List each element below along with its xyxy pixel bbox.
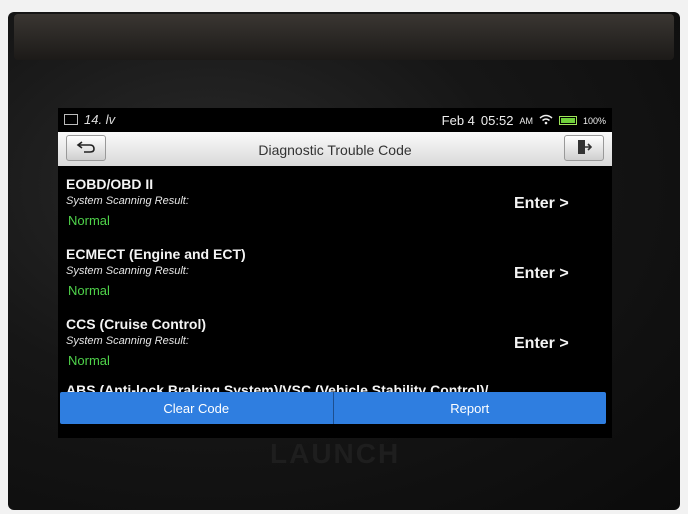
list-item: EOBD/OBD II System Scanning Result: Norm… — [58, 170, 612, 240]
status-left-text: 14. lv — [84, 112, 116, 127]
action-bar: Clear Code Report — [60, 392, 606, 424]
system-name: ECMECT (Engine and ECT) — [66, 246, 246, 262]
report-button[interactable]: Report — [334, 392, 607, 424]
device-logo: LAUNCH — [270, 438, 401, 469]
system-result-label: System Scanning Result: — [66, 335, 189, 347]
system-status: Normal — [68, 353, 110, 368]
exit-button[interactable] — [564, 135, 604, 161]
device-bezel — [14, 14, 674, 60]
exit-icon — [576, 139, 593, 158]
system-status: Normal — [68, 283, 110, 298]
system-status: Normal — [68, 213, 110, 228]
enter-button[interactable]: Enter > — [514, 265, 569, 283]
list-item: ECMECT (Engine and ECT) System Scanning … — [58, 240, 612, 310]
wifi-icon — [539, 113, 553, 128]
status-time: 05:52 — [480, 113, 514, 128]
battery-fill — [560, 118, 575, 123]
status-ampm: AM — [519, 115, 533, 126]
enter-button[interactable]: Enter > — [514, 335, 569, 353]
system-result-label: System Scanning Result: — [66, 265, 189, 277]
clear-code-button[interactable]: Clear Code — [60, 392, 334, 424]
list-item: CCS (Cruise Control) System Scanning Res… — [58, 310, 612, 380]
status-bar: 14. lv Feb 4 05:52 AM 100% — [58, 108, 612, 132]
device-screen: 14. lv Feb 4 05:52 AM 100% Diagnostic Tr… — [58, 108, 612, 438]
status-date: Feb 4 — [441, 113, 475, 128]
system-result-label: System Scanning Result: — [66, 195, 189, 207]
gallery-icon — [64, 114, 78, 125]
system-name: EOBD/OBD II — [66, 176, 154, 192]
battery-icon — [558, 116, 577, 125]
system-list: EOBD/OBD II System Scanning Result: Norm… — [58, 170, 612, 400]
battery-percent: 100% — [582, 115, 606, 126]
enter-button[interactable]: Enter > — [514, 195, 569, 213]
system-name: CCS (Cruise Control) — [66, 316, 206, 332]
page-title: Diagnostic Trouble Code — [258, 142, 412, 158]
title-bar: Diagnostic Trouble Code — [58, 132, 612, 166]
